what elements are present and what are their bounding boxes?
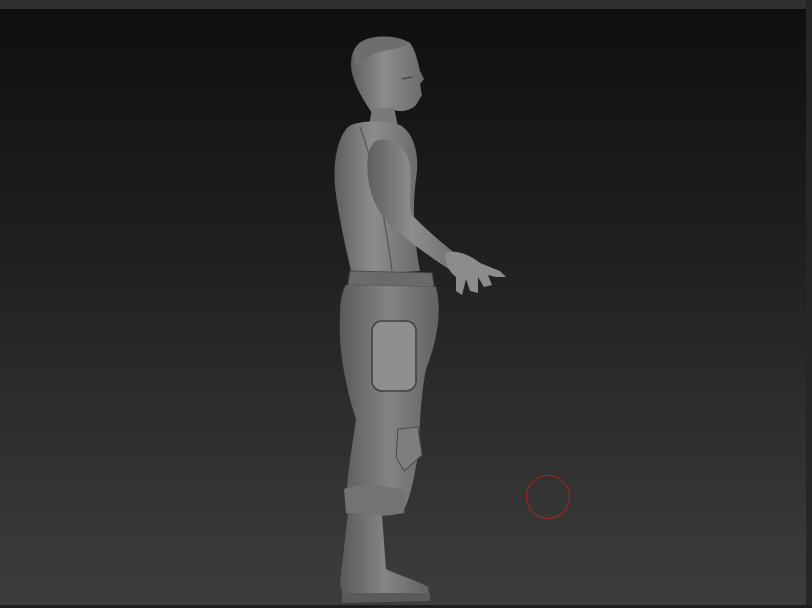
- sculpt-app-window: [0, 0, 812, 608]
- model-knee-pad: [395, 426, 423, 472]
- right-panel-edge: [806, 0, 812, 608]
- model-belt: [347, 270, 435, 288]
- sculpted-character-model[interactable]: [0, 9, 806, 605]
- model-thigh-pocket: [371, 320, 417, 392]
- model-boot: [340, 513, 430, 603]
- canvas-viewport[interactable]: [0, 9, 806, 605]
- model-head: [351, 36, 424, 116]
- model-pants: [339, 285, 439, 516]
- brush-cursor-circle: [526, 475, 570, 519]
- top-toolbar-strip: [0, 0, 812, 9]
